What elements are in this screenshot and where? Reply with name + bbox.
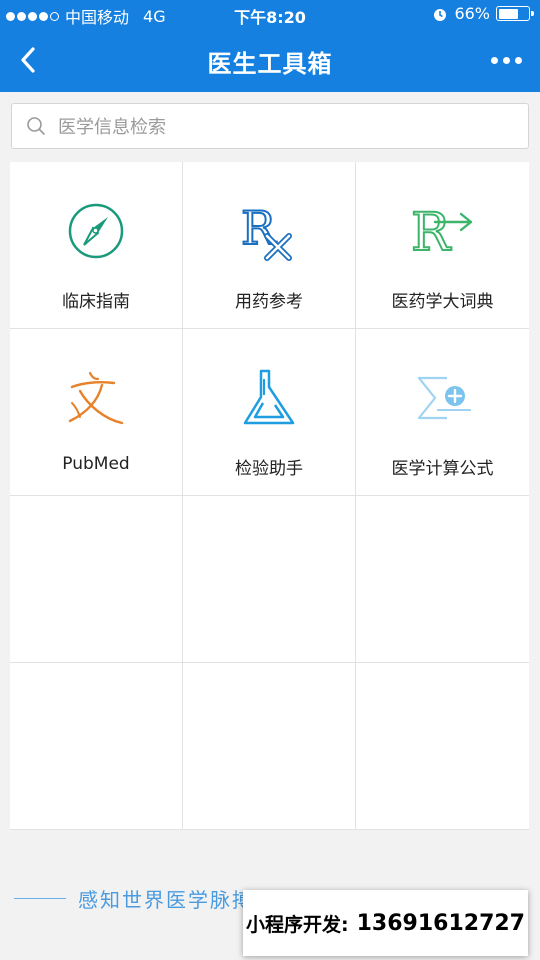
more-dots-icon xyxy=(490,56,498,64)
dictionary-r-icon: R xyxy=(410,202,472,262)
tool-pubmed[interactable]: PubMed xyxy=(10,329,183,496)
empty-cell xyxy=(356,496,529,663)
empty-cell xyxy=(356,663,529,830)
divider xyxy=(14,898,66,899)
tool-label: 医药学大词典 xyxy=(391,292,494,312)
tool-label: PubMed xyxy=(62,454,130,474)
search-placeholder: 医学信息检索 xyxy=(58,117,166,138)
slogan-text: 感知世界医学脉搏 xyxy=(78,888,254,912)
empty-cell xyxy=(183,663,356,830)
search-input[interactable]: 医学信息检索 xyxy=(11,103,529,149)
promo-banner[interactable]: 小程序开发: 13691612727 xyxy=(243,890,528,956)
nav-bar: 医生工具箱 xyxy=(0,30,540,92)
battery-fill xyxy=(498,8,518,19)
tool-lab-assistant[interactable]: 检验助手 xyxy=(183,329,356,496)
tool-medical-formula[interactable]: 医学计算公式 xyxy=(356,329,529,496)
battery-percent: 66% xyxy=(454,4,490,23)
tool-clinical-guidelines[interactable]: 临床指南 xyxy=(10,162,183,329)
pubmed-icon xyxy=(68,371,124,425)
status-bar: 中国移动 4G 下午8:20 66% xyxy=(0,0,540,30)
promo-phone: 13691612727 xyxy=(356,910,525,936)
tool-label: 检验助手 xyxy=(235,459,303,479)
sigma-plus-icon xyxy=(417,376,471,420)
empty-cell xyxy=(183,496,356,663)
page-title: 医生工具箱 xyxy=(207,50,333,78)
empty-cell xyxy=(10,496,183,663)
alarm-icon xyxy=(434,8,447,21)
footer-slogan: 感知世界医学脉搏 xyxy=(14,884,254,913)
tool-label: 临床指南 xyxy=(62,292,130,312)
compass-icon xyxy=(68,203,124,259)
tool-label: 医学计算公式 xyxy=(391,459,494,479)
tool-drug-reference[interactable]: R 用药参考 xyxy=(183,162,356,329)
empty-cell xyxy=(10,663,183,830)
search-icon xyxy=(27,117,45,135)
svg-text:R: R xyxy=(241,201,277,255)
more-button[interactable] xyxy=(486,48,526,72)
flask-icon xyxy=(243,369,295,425)
tool-medical-dictionary[interactable]: R 医药学大词典 xyxy=(356,162,529,329)
tool-grid: 临床指南 R 用药参考 R 医药学大词典 PubMed 检验助手 医学计算公式 xyxy=(10,162,529,830)
promo-label: 小程序开发: xyxy=(246,913,349,936)
battery-icon xyxy=(496,6,534,21)
rx-icon: R xyxy=(240,200,292,261)
tool-label: 用药参考 xyxy=(235,292,303,312)
svg-text:R: R xyxy=(411,203,452,262)
